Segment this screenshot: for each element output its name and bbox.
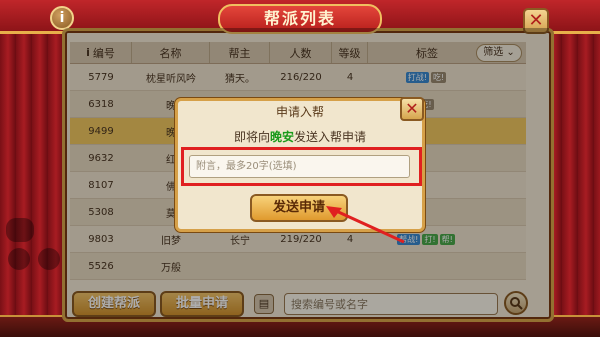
guild-name-highlight: 晚安 [269, 130, 294, 144]
side-button[interactable] [38, 248, 60, 270]
dialog-close-button[interactable]: ✕ [400, 97, 424, 121]
info-icon[interactable]: i [50, 6, 74, 30]
dialog-message: 即将向晚安发送入帮申请 [233, 130, 367, 144]
side-avatar[interactable] [6, 218, 34, 242]
annotation-arrow-icon [326, 206, 405, 244]
note-input[interactable] [189, 155, 410, 178]
chat-bubble-icon[interactable] [8, 248, 30, 270]
left-curtain [0, 0, 70, 337]
dialog-title: 申请入帮 [275, 105, 324, 119]
